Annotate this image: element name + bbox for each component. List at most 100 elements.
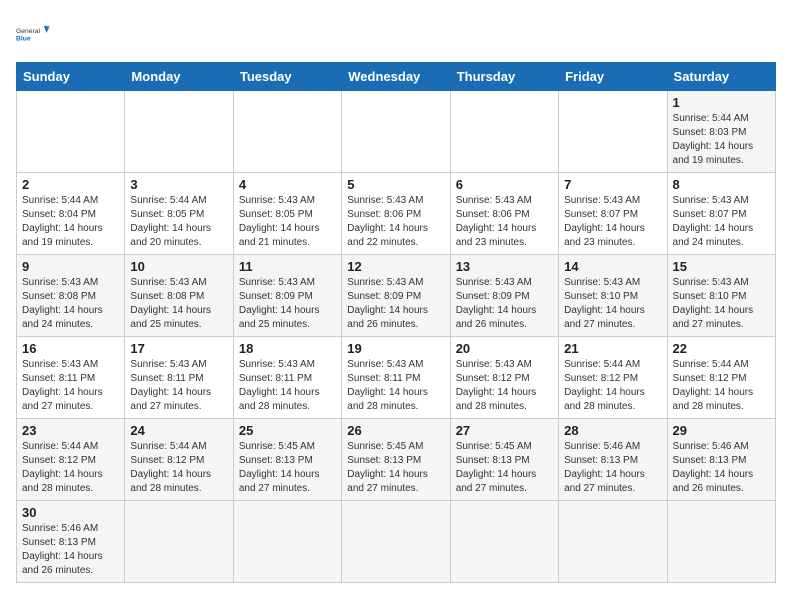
calendar-cell: 7 Sunrise: 5:43 AM Sunset: 8:07 PM Daylig… [559,173,667,255]
calendar-cell: 18 Sunrise: 5:43 AM Sunset: 8:11 PM Dayli… [233,337,341,419]
day-number: 17 [130,341,227,356]
calendar-cell: 2 Sunrise: 5:44 AM Sunset: 8:04 PM Daylig… [17,173,125,255]
day-number: 8 [673,177,770,192]
calendar-cell: 13 Sunrise: 5:43 AM Sunset: 8:09 PM Dayli… [450,255,558,337]
calendar-cell: 14Sunrise: 5:43 AM Sunset: 8:10 PM Dayli… [559,255,667,337]
day-number: 3 [130,177,227,192]
calendar-cell: 28Sunrise: 5:46 AM Sunset: 8:13 PM Dayli… [559,419,667,501]
day-info: Sunrise: 5:45 AM Sunset: 8:13 PM Dayligh… [239,440,336,496]
calendar-cell: 22Sunrise: 5:44 AM Sunset: 8:12 PM Dayli… [667,337,775,419]
calendar-cell [125,91,233,173]
day-info: Sunrise: 5:43 AM Sunset: 8:11 PM Dayligh… [130,358,227,414]
day-info: Sunrise: 5:43 AM Sunset: 8:08 PM Dayligh… [130,276,227,332]
svg-text:General: General [16,28,41,35]
calendar-cell [17,91,125,173]
day-number: 2 [22,177,119,192]
page-header: GeneralBlue [16,16,776,52]
calendar-cell: 19Sunrise: 5:43 AM Sunset: 8:11 PM Dayli… [342,337,450,419]
day-number: 22 [673,341,770,356]
svg-text:Blue: Blue [16,35,31,42]
day-info: Sunrise: 5:46 AM Sunset: 8:13 PM Dayligh… [564,440,661,496]
day-info: Sunrise: 5:43 AM Sunset: 8:10 PM Dayligh… [564,276,661,332]
calendar-body: 1 Sunrise: 5:44 AM Sunset: 8:03 PM Daylig… [17,91,776,583]
calendar-cell [342,501,450,583]
calendar-cell: 3 Sunrise: 5:44 AM Sunset: 8:05 PM Daylig… [125,173,233,255]
day-number: 21 [564,341,661,356]
day-number: 26 [347,423,444,438]
day-number: 24 [130,423,227,438]
calendar-cell: 23 Sunrise: 5:44 AM Sunset: 8:12 PM Dayli… [17,419,125,501]
calendar-cell: 4Sunrise: 5:43 AM Sunset: 8:05 PM Daylig… [233,173,341,255]
weekday-header-sunday: Sunday [17,63,125,91]
calendar-week-4: 16Sunrise: 5:43 AM Sunset: 8:11 PM Dayli… [17,337,776,419]
calendar-cell: 1 Sunrise: 5:44 AM Sunset: 8:03 PM Daylig… [667,91,775,173]
day-info: Sunrise: 5:43 AM Sunset: 8:09 PM Dayligh… [456,276,553,332]
calendar-cell: 12 Sunrise: 5:43 AM Sunset: 8:09 PM Dayli… [342,255,450,337]
day-number: 19 [347,341,444,356]
day-number: 13 [456,259,553,274]
calendar-cell [342,91,450,173]
day-info: Sunrise: 5:45 AM Sunset: 8:13 PM Dayligh… [456,440,553,496]
day-info: Sunrise: 5:43 AM Sunset: 8:05 PM Dayligh… [239,194,336,250]
day-number: 29 [673,423,770,438]
day-number: 25 [239,423,336,438]
day-info: Sunrise: 5:44 AM Sunset: 8:12 PM Dayligh… [564,358,661,414]
calendar-week-3: 9 Sunrise: 5:43 AM Sunset: 8:08 PM Daylig… [17,255,776,337]
calendar-header: SundayMondayTuesdayWednesdayThursdayFrid… [17,63,776,91]
calendar-cell [667,501,775,583]
day-number: 1 [673,95,770,110]
day-number: 12 [347,259,444,274]
calendar-cell: 30 Sunrise: 5:46 AM Sunset: 8:13 PM Dayli… [17,501,125,583]
day-info: Sunrise: 5:43 AM Sunset: 8:10 PM Dayligh… [673,276,770,332]
calendar-cell: 17 Sunrise: 5:43 AM Sunset: 8:11 PM Dayli… [125,337,233,419]
day-info: Sunrise: 5:43 AM Sunset: 8:06 PM Dayligh… [347,194,444,250]
calendar-cell: 21 Sunrise: 5:44 AM Sunset: 8:12 PM Dayli… [559,337,667,419]
weekday-header-saturday: Saturday [667,63,775,91]
day-number: 9 [22,259,119,274]
calendar-cell: 15 Sunrise: 5:43 AM Sunset: 8:10 PM Dayli… [667,255,775,337]
day-number: 10 [130,259,227,274]
calendar-cell [125,501,233,583]
weekday-header-tuesday: Tuesday [233,63,341,91]
calendar-week-1: 1 Sunrise: 5:44 AM Sunset: 8:03 PM Daylig… [17,91,776,173]
day-number: 15 [673,259,770,274]
calendar-cell: 24 Sunrise: 5:44 AM Sunset: 8:12 PM Dayli… [125,419,233,501]
day-info: Sunrise: 5:43 AM Sunset: 8:07 PM Dayligh… [673,194,770,250]
calendar-cell: 29 Sunrise: 5:46 AM Sunset: 8:13 PM Dayli… [667,419,775,501]
calendar-cell: 20Sunrise: 5:43 AM Sunset: 8:12 PM Dayli… [450,337,558,419]
day-number: 5 [347,177,444,192]
weekday-header-row: SundayMondayTuesdayWednesdayThursdayFrid… [17,63,776,91]
day-info: Sunrise: 5:43 AM Sunset: 8:09 PM Dayligh… [347,276,444,332]
calendar-week-5: 23 Sunrise: 5:44 AM Sunset: 8:12 PM Dayli… [17,419,776,501]
calendar-cell: 10 Sunrise: 5:43 AM Sunset: 8:08 PM Dayli… [125,255,233,337]
day-info: Sunrise: 5:45 AM Sunset: 8:13 PM Dayligh… [347,440,444,496]
day-number: 6 [456,177,553,192]
day-info: Sunrise: 5:44 AM Sunset: 8:04 PM Dayligh… [22,194,119,250]
calendar-cell: 25 Sunrise: 5:45 AM Sunset: 8:13 PM Dayli… [233,419,341,501]
calendar-cell [450,501,558,583]
calendar-cell: 6Sunrise: 5:43 AM Sunset: 8:06 PM Daylig… [450,173,558,255]
logo-icon: GeneralBlue [16,16,52,52]
calendar-cell: 26 Sunrise: 5:45 AM Sunset: 8:13 PM Dayli… [342,419,450,501]
day-info: Sunrise: 5:44 AM Sunset: 8:05 PM Dayligh… [130,194,227,250]
calendar-cell: 9 Sunrise: 5:43 AM Sunset: 8:08 PM Daylig… [17,255,125,337]
logo: GeneralBlue [16,16,52,52]
day-number: 20 [456,341,553,356]
day-info: Sunrise: 5:43 AM Sunset: 8:11 PM Dayligh… [239,358,336,414]
day-info: Sunrise: 5:43 AM Sunset: 8:08 PM Dayligh… [22,276,119,332]
day-info: Sunrise: 5:43 AM Sunset: 8:11 PM Dayligh… [22,358,119,414]
day-info: Sunrise: 5:44 AM Sunset: 8:12 PM Dayligh… [22,440,119,496]
day-number: 18 [239,341,336,356]
day-info: Sunrise: 5:44 AM Sunset: 8:12 PM Dayligh… [130,440,227,496]
day-info: Sunrise: 5:46 AM Sunset: 8:13 PM Dayligh… [673,440,770,496]
day-info: Sunrise: 5:46 AM Sunset: 8:13 PM Dayligh… [22,522,119,578]
calendar-cell: 11Sunrise: 5:43 AM Sunset: 8:09 PM Dayli… [233,255,341,337]
day-info: Sunrise: 5:44 AM Sunset: 8:03 PM Dayligh… [673,112,770,168]
day-number: 23 [22,423,119,438]
day-number: 30 [22,505,119,520]
day-number: 7 [564,177,661,192]
day-info: Sunrise: 5:43 AM Sunset: 8:07 PM Dayligh… [564,194,661,250]
calendar-cell [233,501,341,583]
calendar-cell [450,91,558,173]
calendar-week-6: 30 Sunrise: 5:46 AM Sunset: 8:13 PM Dayli… [17,501,776,583]
